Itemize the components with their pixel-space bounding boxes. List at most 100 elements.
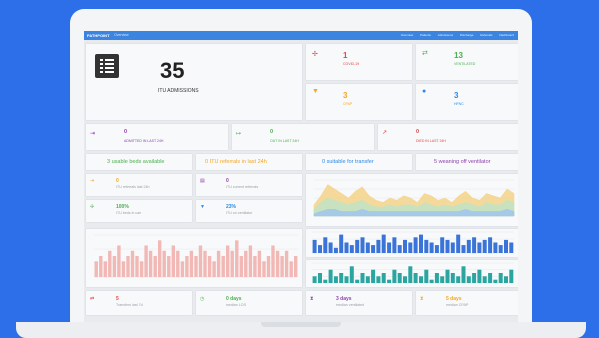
bar (212, 261, 216, 278)
weaning-pill[interactable]: 5 weaning off ventilator (416, 154, 518, 170)
bar (445, 239, 450, 253)
bar (203, 250, 207, 278)
mini-label: ITU on ventilator (226, 211, 253, 215)
top-navigation-bar: PATHPOINT Overview Overview Patients Adm… (84, 31, 518, 40)
bar (284, 250, 289, 278)
bar (477, 269, 482, 283)
bar (504, 239, 508, 253)
stat-value: 13 (454, 51, 463, 60)
usable-beds-pill[interactable]: 3 usable beds available (86, 154, 192, 170)
bar (323, 279, 328, 283)
bar (171, 245, 175, 277)
bar (456, 234, 461, 253)
pill-number: 0 (205, 159, 209, 165)
bottom-card-transfers[interactable]: ⇄ 5 Transfers last 7d (86, 291, 192, 315)
mini-card-beds[interactable]: ✢ 100% ITU beds in use (86, 200, 192, 222)
bar (289, 261, 293, 278)
admissions-card: 35 ITU ADMISSIONS (86, 44, 302, 120)
bar (130, 250, 135, 278)
admitted-24h-card[interactable]: ⇥ 0 ADMITTED IN LAST 24H (86, 124, 228, 150)
sign-in-icon: ⇥ (90, 131, 96, 137)
nav-link[interactable]: Admissions (438, 33, 453, 37)
bar (162, 250, 166, 278)
bar (445, 269, 450, 283)
nav-link[interactable]: Dashboard (499, 33, 514, 37)
bar (294, 256, 298, 277)
nav-link[interactable]: Patients (420, 33, 431, 37)
stat-label: COVID-19 (343, 62, 360, 66)
bar (103, 261, 107, 278)
bar (235, 240, 239, 278)
bar (349, 266, 354, 283)
bar (360, 237, 365, 254)
bar (408, 266, 413, 283)
bar (392, 237, 397, 254)
pill-label: suitable for transfer (326, 159, 374, 165)
filter-icon: ▼ (312, 88, 319, 95)
flow-value: 0 (124, 129, 128, 135)
bar (117, 245, 121, 277)
transfer-pill[interactable]: 0 suitable for transfer (306, 154, 412, 170)
died-24h-card[interactable]: ↗ 0 DIED IN LAST 24H (378, 124, 518, 150)
stat-card-ventilated[interactable]: ⇄ 13 VENTILATED (416, 44, 518, 80)
bottom-card-los[interactable]: ◷ 0 days median LOS (196, 291, 302, 315)
bar (126, 256, 130, 277)
stat-card-cpap[interactable]: ▼ 3 CPAP (306, 84, 412, 120)
bar (312, 276, 317, 283)
bar (440, 237, 445, 254)
stat-card-hfnc[interactable]: ● 3 HFNC (416, 84, 518, 120)
nav-link[interactable]: Referrals (480, 33, 492, 37)
mini-card-referrals[interactable]: ⇥ 0 ITU referrals last 24h (86, 174, 192, 196)
mini-label: ITU beds in use (116, 211, 142, 215)
bar (365, 242, 370, 253)
bottom-card-ventilated[interactable]: ⧗ 3 days median ventilated (306, 291, 412, 315)
bar (429, 242, 434, 253)
bar (413, 237, 418, 254)
bar (488, 273, 493, 283)
bar (139, 261, 144, 278)
nav-link[interactable]: Overview (401, 33, 414, 37)
bar (275, 250, 280, 278)
bar (450, 242, 455, 253)
laptop-base (16, 322, 586, 338)
out-24h-card[interactable]: ↦ 0 OUT IN LAST 24H (232, 124, 374, 150)
bar (323, 237, 328, 254)
bottom-label: Transfers last 7d (116, 303, 143, 307)
virus-icon: ✢ (90, 204, 95, 210)
pink-bar-chart (94, 234, 298, 278)
bar (108, 250, 112, 278)
bar (440, 276, 445, 283)
stat-card-covid[interactable]: ✢ 1 COVID-19 (306, 44, 412, 80)
bar (509, 269, 514, 283)
bar (349, 245, 354, 253)
mini-card-current[interactable]: ▤ 0 ITU current referrals (196, 174, 302, 196)
bar (419, 234, 423, 253)
brand-logo[interactable]: PATHPOINT (87, 33, 110, 38)
bar (257, 250, 262, 278)
bar (280, 256, 284, 277)
filter-icon: ▼ (200, 204, 205, 210)
nav-link[interactable]: Discharge (460, 33, 474, 37)
bottom-value: 0 days (226, 296, 242, 302)
mini-card-ventilator[interactable]: ▼ 23% ITU on ventilator (196, 200, 302, 222)
bar (194, 256, 198, 277)
flow-value: 0 (416, 129, 420, 135)
bar (509, 242, 514, 253)
blue-bar-chart (312, 231, 514, 254)
pill-label: ITU referrals in last 24h (209, 159, 267, 165)
bar (376, 276, 381, 283)
bar (424, 239, 429, 253)
bar (135, 256, 139, 277)
laptop-frame: PATHPOINT Overview Overview Patients Adm… (70, 9, 532, 329)
referrals-pill[interactable]: 0 ITU referrals in last 24h (196, 154, 302, 170)
mini-value: 100% (116, 204, 129, 210)
flow-label: OUT IN LAST 24H (270, 139, 299, 143)
blue-bar-chart-card (306, 229, 518, 257)
bar (185, 256, 189, 277)
dashboard-screen: PATHPOINT Overview Overview Patients Adm… (84, 31, 518, 329)
bar (318, 273, 322, 283)
pill-text: 0 suitable for transfer (322, 159, 374, 165)
bar (253, 256, 257, 277)
bottom-card-cpap[interactable]: ⧗ 5 days median CPAP (416, 291, 518, 315)
stat-label: CPAP (343, 102, 353, 106)
